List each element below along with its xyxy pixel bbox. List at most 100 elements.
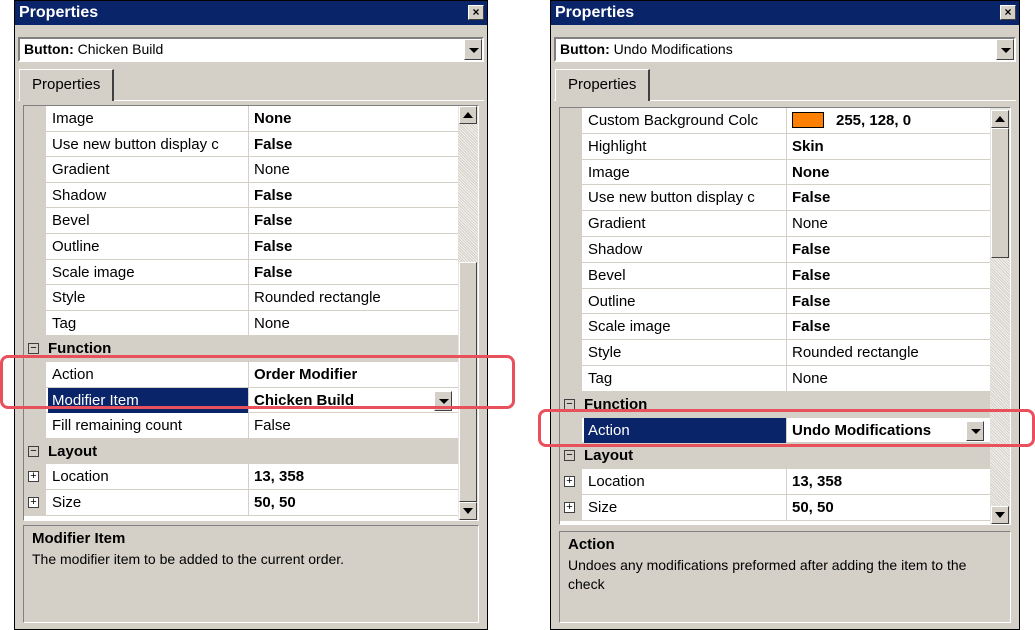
property-value[interactable]: None (254, 157, 290, 183)
property-value[interactable]: False (254, 208, 292, 234)
property-row-size[interactable]: + Size 50, 50 (560, 495, 990, 521)
close-icon[interactable]: × (1000, 5, 1016, 20)
object-name: Chicken Build (77, 41, 164, 57)
scroll-down-icon[interactable] (459, 502, 477, 520)
property-row-use-new-button-display-c[interactable]: Use new button display c False (24, 131, 458, 158)
property-row-location[interactable]: + Location 13, 358 (560, 469, 990, 495)
chevron-down-icon[interactable] (464, 39, 482, 60)
scroll-track[interactable] (458, 124, 478, 264)
scroll-thumb[interactable] (991, 128, 1009, 258)
expand-icon[interactable]: + (28, 497, 39, 508)
expand-icon[interactable]: + (564, 476, 575, 488)
property-value[interactable]: 50, 50 (792, 495, 834, 521)
property-row-bevel[interactable]: Bevel False (24, 208, 458, 234)
scroll-thumb[interactable] (459, 262, 477, 502)
property-row-action[interactable]: Action Undo Modifications (560, 417, 990, 444)
category-row-layout[interactable]: − Layout (560, 443, 990, 470)
row-margin (560, 211, 582, 237)
property-value[interactable]: False (254, 132, 292, 158)
property-value[interactable]: Undo Modifications (792, 418, 931, 444)
category-row-function[interactable]: − Function (24, 336, 458, 362)
property-value[interactable]: Chicken Build (254, 388, 354, 414)
expand-icon[interactable]: + (564, 502, 575, 513)
scroll-up-icon[interactable] (459, 106, 477, 124)
property-row-fill-remaining-count[interactable]: Fill remaining count False (24, 413, 458, 439)
property-value-text: False (254, 135, 293, 153)
property-value[interactable]: False (792, 314, 830, 340)
property-value[interactable]: 13, 358 (254, 464, 304, 490)
vertical-scrollbar[interactable] (458, 106, 478, 520)
scroll-track[interactable] (990, 258, 1010, 508)
property-value[interactable]: Rounded rectangle (792, 340, 919, 366)
collapse-icon[interactable]: − (28, 343, 39, 355)
property-value[interactable]: False (254, 413, 291, 439)
property-name: Style (588, 344, 622, 362)
property-value[interactable]: 255, 128, 0 (792, 108, 911, 134)
property-row-tag[interactable]: Tag None (560, 366, 990, 392)
row-margin (24, 285, 46, 311)
property-row-custom-background-colc[interactable]: Custom Background Colc 255, 128, 0 (560, 108, 990, 134)
tab-properties[interactable]: Properties (19, 69, 115, 101)
chevron-down-icon[interactable] (434, 390, 452, 411)
column-divider (248, 490, 249, 515)
property-row-use-new-button-display-c[interactable]: Use new button display c False (560, 185, 990, 212)
tab-properties[interactable]: Properties (555, 69, 651, 101)
property-row-bevel[interactable]: Bevel False (560, 262, 990, 289)
close-icon[interactable]: × (468, 5, 484, 20)
property-row-scale-image[interactable]: Scale image False (24, 259, 458, 286)
property-value[interactable]: False (254, 183, 292, 209)
collapse-icon[interactable]: − (564, 398, 575, 410)
property-rows: Custom Background Colc 255, 128, 0 Highlig… (560, 108, 990, 524)
property-row-gradient[interactable]: Gradient None (560, 211, 990, 237)
property-value-text: None (792, 215, 828, 233)
property-row-shadow[interactable]: Shadow False (24, 182, 458, 209)
property-row-modifier-item[interactable]: Modifier Item Chicken Build (24, 387, 458, 414)
collapse-icon[interactable]: − (564, 450, 575, 462)
property-row-image[interactable]: Image None (24, 106, 458, 132)
property-row-shadow[interactable]: Shadow False (560, 237, 990, 263)
property-value[interactable]: Order Modifier (254, 362, 357, 388)
property-value[interactable]: False (254, 260, 292, 286)
property-value[interactable]: False (254, 234, 292, 260)
property-row-action[interactable]: Action Order Modifier (24, 362, 458, 388)
property-value[interactable]: False (792, 263, 830, 289)
property-row-style[interactable]: Style Rounded rectangle (560, 340, 990, 366)
property-row-outline[interactable]: Outline False (560, 288, 990, 315)
property-value[interactable]: Rounded rectangle (254, 285, 381, 311)
property-row-scale-image[interactable]: Scale image False (560, 314, 990, 341)
category-row-function[interactable]: − Function (560, 391, 990, 418)
property-value[interactable]: False (792, 289, 830, 315)
property-value[interactable]: None (792, 366, 828, 392)
property-row-image[interactable]: Image None (560, 159, 990, 186)
property-row-highlight[interactable]: Highlight Skin (560, 133, 990, 160)
property-value[interactable]: None (254, 311, 290, 337)
scroll-down-icon[interactable] (991, 506, 1009, 524)
vertical-scrollbar[interactable] (990, 108, 1010, 524)
expand-icon[interactable]: + (28, 471, 39, 483)
property-row-tag[interactable]: Tag None (24, 310, 458, 337)
property-row-location[interactable]: + Location 13, 358 (24, 464, 458, 490)
object-selector[interactable]: Button: Chicken Build (18, 37, 484, 62)
scroll-up-icon[interactable] (991, 110, 1009, 128)
property-value[interactable]: False (792, 185, 830, 211)
property-row-size[interactable]: + Size 50, 50 (24, 490, 458, 516)
property-value[interactable]: None (792, 211, 828, 237)
chevron-down-icon[interactable] (996, 39, 1014, 60)
category-row-layout[interactable]: − Layout (24, 438, 458, 465)
collapse-icon[interactable]: − (28, 445, 39, 457)
row-margin (24, 362, 46, 388)
property-value-text: None (254, 161, 290, 179)
property-value[interactable]: None (792, 160, 830, 186)
property-value-text: None (792, 163, 830, 181)
property-row-gradient[interactable]: Gradient None (24, 157, 458, 183)
object-name: Undo Modifications (613, 41, 733, 57)
property-value[interactable]: 13, 358 (792, 469, 842, 495)
property-value[interactable]: 50, 50 (254, 490, 296, 516)
chevron-down-icon[interactable] (966, 420, 984, 441)
property-value[interactable]: Skin (792, 134, 824, 160)
property-row-outline[interactable]: Outline False (24, 234, 458, 260)
property-row-style[interactable]: Style Rounded rectangle (24, 285, 458, 311)
object-selector[interactable]: Button: Undo Modifications (554, 37, 1016, 62)
property-value[interactable]: None (254, 106, 292, 132)
property-value[interactable]: False (792, 237, 830, 263)
